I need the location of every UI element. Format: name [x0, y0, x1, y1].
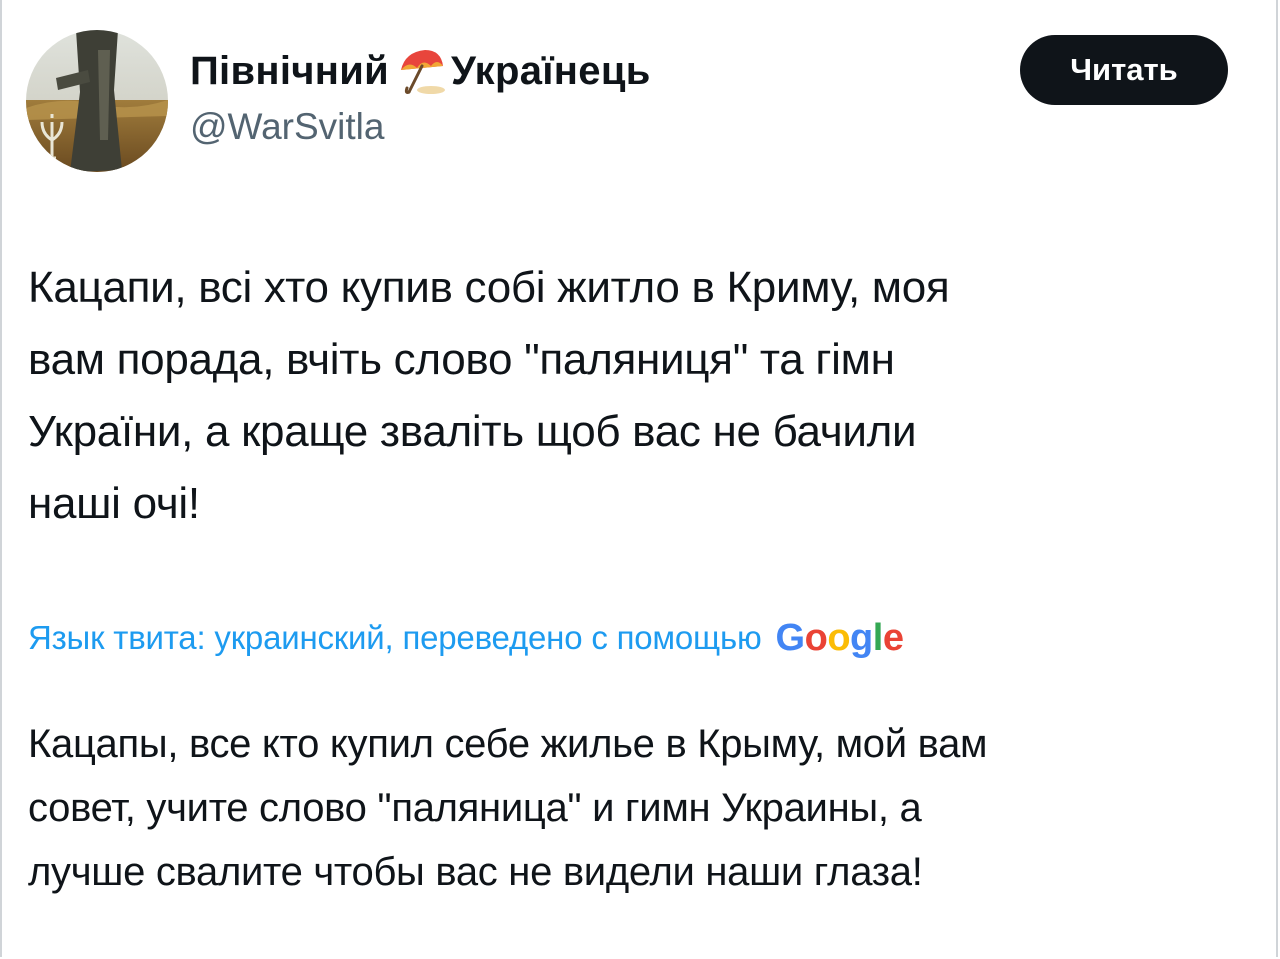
- google-letter: e: [882, 616, 904, 659]
- google-letter: g: [850, 616, 873, 659]
- tweet-text: Кацапи, всі хто купив собі житло в Криму…: [28, 252, 1248, 540]
- translated-line: лучше свалите чтобы вас не видели наши г…: [28, 850, 923, 894]
- tweet-line: наші очі!: [28, 479, 200, 528]
- google-letter: l: [872, 616, 884, 659]
- tweet-line: вам порада, вчіть слово "паляниця" та гі…: [28, 335, 895, 384]
- display-name[interactable]: Північний Українець: [190, 46, 651, 96]
- avatar[interactable]: [26, 30, 168, 172]
- avatar-image: [26, 30, 168, 172]
- translated-text: Кацапы, все кто купил себе жилье в Крыму…: [28, 712, 1248, 904]
- display-name-first: Північний: [190, 48, 389, 93]
- tweet-line: Кацапи, всі хто купив собі житло в Криму…: [28, 263, 950, 312]
- google-letter: o: [827, 616, 851, 659]
- read-button[interactable]: Читать: [1020, 35, 1228, 105]
- tweet-line: України, а краще зваліть щоб вас не бачи…: [28, 407, 917, 456]
- google-letter: G: [775, 616, 806, 659]
- google-letter: o: [804, 616, 828, 659]
- display-name-second: Українець: [451, 48, 651, 93]
- translation-attribution[interactable]: Язык твита: украинский, переведено с пом…: [28, 610, 904, 666]
- user-handle[interactable]: @WarSvitla: [190, 106, 385, 148]
- translated-line: совет, учите слово "паляница" и гимн Укр…: [28, 786, 922, 830]
- translated-line: Кацапы, все кто купил себе жилье в Крыму…: [28, 722, 988, 766]
- umbrella-icon: [395, 46, 447, 96]
- google-logo: Google: [776, 617, 904, 660]
- tweet-header: Північний Українець @WarSvitla Читать: [0, 0, 1280, 200]
- translation-label[interactable]: Язык твита: украинский, переведено с пом…: [28, 619, 762, 657]
